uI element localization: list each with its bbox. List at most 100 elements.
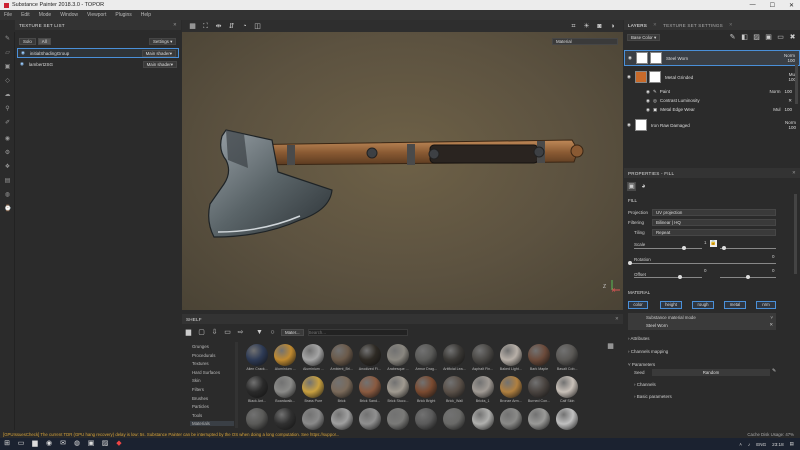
material-thumbnail[interactable] bbox=[357, 408, 383, 430]
shelf-category[interactable]: Textures bbox=[192, 361, 209, 366]
layer-row[interactable]: ◉ Metal Grinded Mul 100 bbox=[624, 69, 800, 85]
scale-slider-handle-y[interactable] bbox=[722, 246, 726, 250]
offset-x-slider-handle[interactable] bbox=[678, 275, 682, 279]
material-channel-toggle[interactable]: height bbox=[660, 301, 682, 309]
shelf-category[interactable]: Grunges bbox=[192, 344, 209, 349]
clock[interactable]: 23:18 bbox=[772, 442, 784, 447]
color-picker-icon[interactable]: ✐ bbox=[4, 120, 11, 127]
shelf-category[interactable]: Particles bbox=[192, 404, 209, 409]
menu-mode[interactable]: Mode bbox=[39, 12, 52, 18]
effect-opacity[interactable]: 100 bbox=[784, 89, 792, 94]
seed-random-button[interactable]: Random bbox=[652, 369, 770, 376]
panel-close-icon[interactable]: ✕ bbox=[173, 22, 177, 28]
material-thumbnail[interactable] bbox=[244, 408, 270, 430]
menu-help[interactable]: Help bbox=[141, 12, 151, 18]
add-fill-layer-icon[interactable]: ▨ bbox=[752, 33, 761, 42]
visibility-eye-icon[interactable]: ◉ bbox=[646, 107, 650, 113]
effect-delete-icon[interactable]: ✕ bbox=[788, 98, 792, 104]
clear-material-icon[interactable]: ✕ bbox=[769, 322, 773, 328]
texture-set-settings-dropdown[interactable]: Settings ▾ bbox=[149, 38, 177, 45]
projection-icon[interactable]: ▣ bbox=[4, 64, 11, 71]
material-thumbnail[interactable]: Boardwalk... bbox=[272, 376, 298, 403]
texture-set-row[interactable]: ◉ initialShadingGroup Main shader▾ bbox=[17, 48, 179, 58]
notifications-icon[interactable]: ▤ bbox=[790, 441, 794, 447]
folder-icon[interactable]: ▆ bbox=[184, 328, 193, 337]
material-thumbnail[interactable] bbox=[413, 408, 439, 430]
scale-slider-handle[interactable] bbox=[682, 246, 686, 250]
substance-painter-icon[interactable]: ◆ bbox=[115, 440, 123, 448]
effect-row[interactable]: ◉ ✎ Paint Norm 100 bbox=[624, 88, 800, 95]
texture-set-row[interactable]: ◉ lambert2SG Main shader▾ bbox=[17, 59, 179, 69]
viewport-settings-icon[interactable]: ◉ bbox=[4, 136, 11, 143]
material-thumbnail[interactable]: Ambient_Bri... bbox=[329, 344, 355, 371]
iray-icon[interactable]: ◑ bbox=[608, 22, 617, 31]
offset-x-slider-track[interactable] bbox=[634, 277, 702, 278]
effect-opacity[interactable]: 100 bbox=[784, 107, 792, 112]
rotation-slider-handle[interactable] bbox=[628, 261, 632, 265]
photoshop-icon[interactable]: ▨ bbox=[101, 440, 109, 448]
material-thumbnail[interactable]: Asphalt Fin... bbox=[470, 344, 496, 371]
paint-brush-icon[interactable]: ✎ bbox=[4, 36, 11, 43]
material-thumbnail[interactable] bbox=[272, 408, 298, 430]
layer-opacity[interactable]: 100 bbox=[785, 125, 796, 130]
scale-slider-track-y[interactable] bbox=[720, 248, 776, 249]
mail-icon[interactable]: ✉ bbox=[59, 440, 67, 448]
blend-mode[interactable]: Mul bbox=[773, 107, 780, 112]
material-thumbnail[interactable]: Alien Crack... bbox=[244, 344, 270, 371]
filter-icon[interactable]: ▼ bbox=[255, 328, 264, 337]
rotation-slider-track[interactable] bbox=[630, 263, 776, 264]
blend-mode[interactable]: Norm bbox=[769, 89, 780, 94]
projection-dropdown[interactable]: UV projection bbox=[652, 209, 776, 216]
material-thumbnail[interactable]: Burned Con... bbox=[526, 376, 552, 403]
scale-value[interactable]: 1 bbox=[704, 240, 707, 245]
eraser-icon[interactable]: ▱ bbox=[4, 50, 11, 57]
rotation-value[interactable]: 0 bbox=[772, 254, 775, 259]
layer-opacity[interactable]: 100 bbox=[784, 58, 795, 63]
delete-layer-icon[interactable]: ✖ bbox=[788, 33, 797, 42]
shader-settings-icon[interactable]: ❖ bbox=[4, 164, 11, 171]
active-filter-chip[interactable]: Mater... bbox=[281, 329, 304, 336]
material-channel-toggle[interactable]: rough bbox=[692, 301, 714, 309]
panel-close-icon[interactable]: ✕ bbox=[615, 316, 619, 322]
tab-layers[interactable]: LAYERS bbox=[628, 23, 647, 28]
shelf-category[interactable]: Brushes bbox=[192, 396, 208, 401]
properties-scrollbar[interactable] bbox=[794, 194, 797, 274]
tab-close-icon[interactable]: ✕ bbox=[729, 22, 733, 28]
channel-dropdown[interactable]: Base Color ▾ bbox=[627, 33, 661, 41]
shelf-category[interactable]: Filters bbox=[192, 387, 204, 392]
offset-x-value[interactable]: 0 bbox=[704, 268, 707, 273]
material-properties-icon[interactable]: ◕ bbox=[639, 182, 648, 191]
fit-view-icon[interactable]: ⛶ bbox=[201, 22, 210, 31]
material-channel-toggle[interactable]: nrm bbox=[756, 301, 776, 309]
visibility-eye-icon[interactable]: ◉ bbox=[20, 61, 24, 67]
material-thumbnail[interactable]: Anodized Fi... bbox=[357, 344, 383, 371]
view-grid-icon[interactable]: ▦ bbox=[606, 342, 615, 351]
shelf-category[interactable]: Tools bbox=[192, 413, 202, 418]
tray-arrow-icon[interactable]: ˄ bbox=[739, 442, 742, 447]
3d-viewport[interactable]: Material Z X bbox=[182, 32, 623, 310]
explorer-icon[interactable]: ▆ bbox=[31, 440, 39, 448]
material-thumbnail[interactable]: Brass Pure bbox=[300, 376, 326, 403]
close-button[interactable]: ✕ bbox=[789, 2, 794, 9]
new-folder-icon[interactable]: ▢ bbox=[197, 328, 206, 337]
material-thumbnail[interactable]: Aluminium ... bbox=[272, 344, 298, 371]
effect-row[interactable]: ◉ ▣ Metal Edge Wear Mul 100 bbox=[624, 106, 800, 113]
attributes-section[interactable]: › Attributes bbox=[628, 336, 650, 341]
fill-properties-icon[interactable]: ▣ bbox=[627, 182, 636, 191]
task-view-icon[interactable]: ▭ bbox=[17, 440, 25, 448]
tab-close-icon[interactable]: ✕ bbox=[653, 22, 657, 28]
visibility-eye-icon[interactable]: ◉ bbox=[627, 122, 631, 128]
material-thumbnail[interactable] bbox=[441, 408, 467, 430]
lock-icon[interactable]: 🔒 bbox=[710, 240, 717, 247]
menu-file[interactable]: File bbox=[4, 12, 12, 18]
seed-edit-icon[interactable]: ✎ bbox=[772, 368, 776, 374]
visibility-eye-icon[interactable]: ◉ bbox=[21, 50, 25, 56]
material-thumbnail[interactable] bbox=[300, 408, 326, 430]
channels-section[interactable]: › Channels bbox=[634, 382, 656, 387]
symmetry-y-icon[interactable]: ⇵ bbox=[227, 22, 236, 31]
shader-dropdown[interactable]: Main shader▾ bbox=[142, 60, 177, 68]
material-thumbnail[interactable]: Bark Maple bbox=[526, 344, 552, 371]
language-indicator[interactable]: ENG bbox=[756, 442, 766, 447]
camera-view-icon[interactable]: ◙ bbox=[595, 22, 604, 31]
material-thumbnail[interactable]: Black Ant... bbox=[244, 376, 270, 403]
